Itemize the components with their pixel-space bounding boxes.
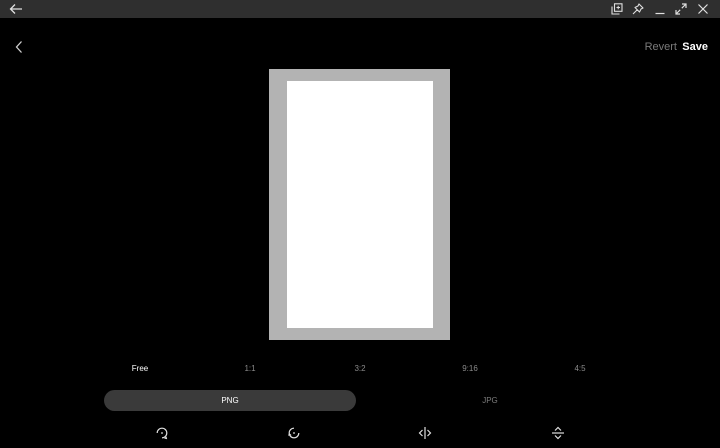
minimize-button[interactable] [650,0,670,18]
rotate-left-button[interactable] [285,424,303,442]
ratio-9-16[interactable]: 9:16 [415,362,525,376]
maximize-button[interactable] [671,0,691,18]
close-button[interactable] [693,0,713,18]
title-bar [0,0,720,18]
rotate-right-icon [156,427,168,440]
chevron-left-icon [15,41,22,53]
snap-layout-icon [611,3,623,15]
minimize-icon [655,12,665,15]
editor-back-button[interactable] [8,36,30,58]
ratio-3-2[interactable]: 3:2 [305,362,415,376]
ratio-1-1[interactable]: 1:1 [195,362,305,376]
format-jpg-button[interactable]: JPG [364,390,616,411]
back-arrow-icon [9,4,22,14]
maximize-icon [675,3,687,15]
ratio-4-5[interactable]: 4:5 [525,362,635,376]
format-toggle: PNG JPG [104,390,616,411]
pin-button[interactable] [628,0,648,18]
flip-horizontal-icon [418,427,432,439]
snap-layout-button[interactable] [607,0,627,18]
rotate-right-button[interactable] [153,424,171,442]
revert-button[interactable]: Revert [645,41,677,53]
format-png-button[interactable]: PNG [104,390,356,411]
close-icon [698,4,708,14]
ratio-free[interactable]: Free [85,362,195,376]
save-button[interactable]: Save [682,41,708,53]
rotate-left-icon [288,427,300,439]
pin-icon [632,3,644,15]
crop-frame[interactable] [269,69,450,340]
flip-vertical-icon [552,426,564,440]
flip-horizontal-button[interactable] [416,424,434,442]
image-editor-window: Revert Save Free 1:1 3:2 9:16 4:5 PNG JP… [0,0,720,448]
titlebar-back-button[interactable] [6,0,26,18]
image-preview [287,81,433,328]
flip-vertical-button[interactable] [549,424,567,442]
aspect-ratio-selector: Free 1:1 3:2 9:16 4:5 [85,362,635,376]
